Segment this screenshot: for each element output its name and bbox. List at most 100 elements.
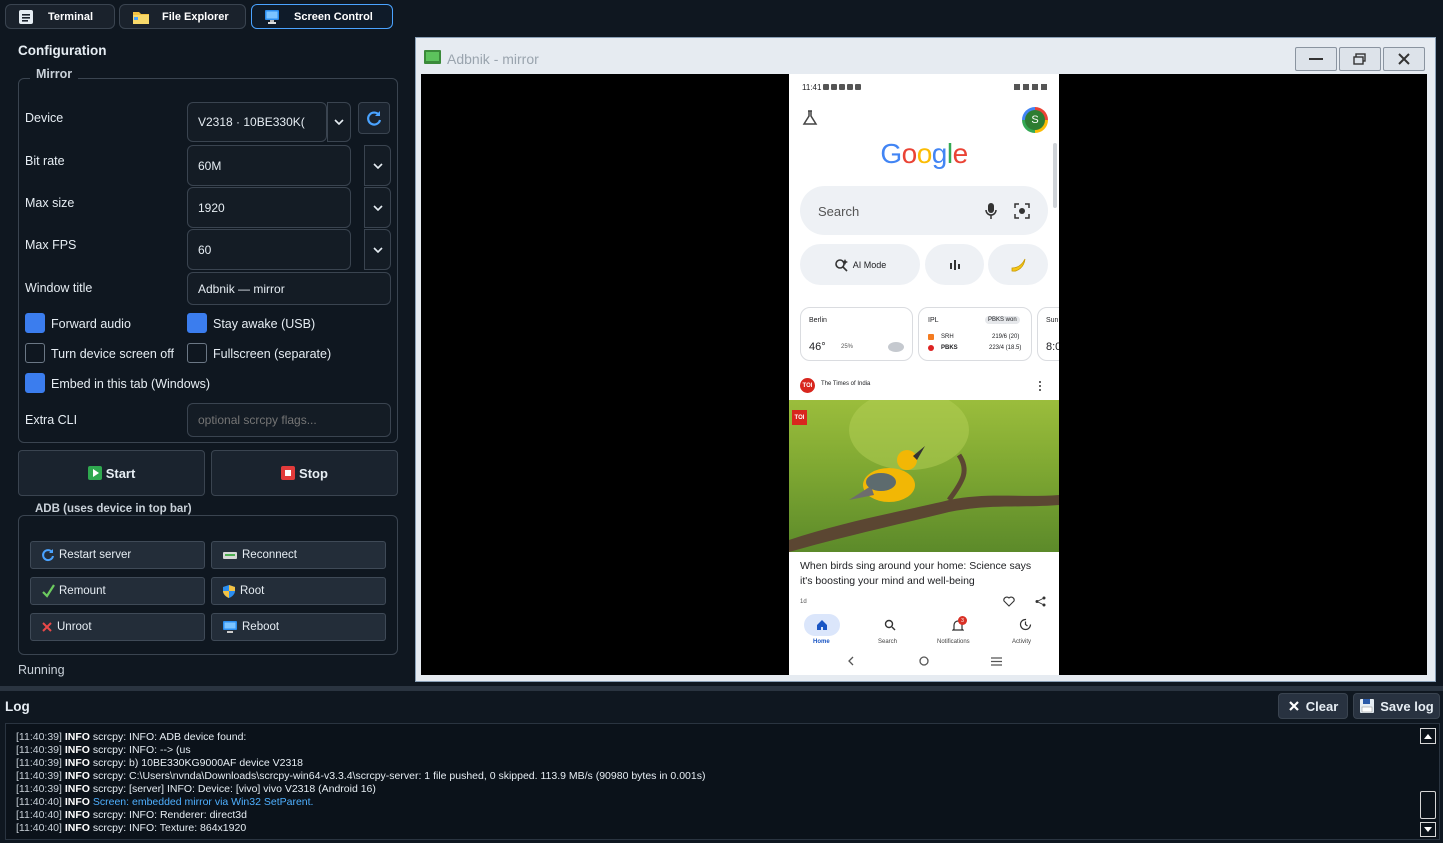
activity-icon[interactable]: [1019, 618, 1032, 631]
remount-label: Remount: [59, 585, 106, 597]
google-logo: Google: [880, 138, 968, 169]
third-card[interactable]: Sun 8:0: [1037, 307, 1059, 361]
microphone-icon[interactable]: [984, 202, 998, 220]
root-button[interactable]: Root: [211, 577, 386, 605]
clipped-log-line: [16, 723, 416, 724]
log-output[interactable]: [11:40:39] INFO scrcpy: INFO: ADB device…: [5, 723, 1440, 840]
tab-label: Terminal: [48, 10, 94, 23]
tab-label: File Explorer: [162, 10, 229, 23]
window-title-input[interactable]: Adbnik — mirror: [187, 272, 391, 305]
refresh-devices-button[interactable]: [358, 102, 390, 134]
remount-button[interactable]: Remount: [30, 577, 205, 605]
bitrate-input[interactable]: 60M: [187, 145, 351, 186]
forward-audio-checkbox[interactable]: [25, 313, 45, 333]
ai-mode-button[interactable]: AI Mode: [800, 244, 920, 285]
stay-awake-checkbox[interactable]: [187, 313, 207, 333]
bitrate-label: Bit rate: [25, 154, 65, 168]
weather-city: Berlin: [809, 317, 827, 324]
status-time: 11:41: [802, 83, 822, 92]
lens-icon[interactable]: [1014, 203, 1030, 219]
extra-cli-input[interactable]: [187, 403, 391, 437]
chevron-down-icon: [372, 204, 383, 211]
news-image[interactable]: TOI: [789, 400, 1059, 552]
music-search-button[interactable]: [925, 244, 984, 285]
scroll-down-button[interactable]: [1420, 822, 1436, 837]
heart-icon[interactable]: [1003, 596, 1015, 607]
log-line: [11:40:39] INFO scrcpy: [server] INFO: D…: [16, 783, 705, 796]
chevron-down-icon: [372, 162, 383, 169]
scroll-thumb[interactable]: [1420, 791, 1436, 819]
unroot-button[interactable]: Unroot: [30, 613, 205, 641]
clear-log-button[interactable]: Clear: [1278, 693, 1348, 719]
arrow-up-icon: [1424, 733, 1432, 739]
third-card-top: Sun: [1046, 317, 1059, 324]
log-lines: [11:40:39] INFO scrcpy: INFO: ADB device…: [16, 731, 705, 835]
maxfps-dropdown-button[interactable]: [364, 229, 391, 270]
embed-tab-label: Embed in this tab (Windows): [51, 377, 211, 391]
restart-server-button[interactable]: Restart server: [30, 541, 205, 569]
close-window-button[interactable]: [1383, 47, 1425, 71]
maxsize-input[interactable]: 1920: [187, 187, 351, 228]
maximize-button[interactable]: [1339, 47, 1381, 71]
maxsize-dropdown-button[interactable]: [364, 187, 391, 228]
phone-screen[interactable]: 11:41 S Google Search AI Mode Berlin 46°…: [789, 74, 1059, 675]
tab-file-explorer[interactable]: File Explorer: [119, 4, 246, 29]
tab-screen-control[interactable]: Screen Control: [251, 4, 393, 29]
log-line: [11:40:40] INFO Screen: embedded mirror …: [16, 796, 705, 809]
nav-home-label: Home: [813, 639, 830, 645]
home-icon: [817, 620, 827, 630]
device-select[interactable]: V2318 · 10BE330K(: [187, 102, 327, 142]
reboot-button[interactable]: Reboot: [211, 613, 386, 641]
log-message: scrcpy: INFO: Renderer: direct3d: [92, 809, 247, 821]
device-label: Device: [25, 111, 64, 125]
log-title: Log: [5, 699, 30, 714]
tab-terminal[interactable]: Terminal: [5, 4, 115, 29]
labs-icon[interactable]: [802, 110, 818, 129]
embed-tab-checkbox[interactable]: [25, 373, 45, 393]
recents-icon[interactable]: [991, 657, 1002, 666]
splitter[interactable]: [0, 686, 1443, 691]
share-icon[interactable]: [1035, 596, 1046, 607]
reconnect-button[interactable]: Reconnect: [211, 541, 386, 569]
avatar[interactable]: S: [1022, 107, 1048, 133]
mirror-window-title: Adbnik - mirror: [447, 51, 539, 67]
restart-server-label: Restart server: [59, 549, 132, 561]
log-message: scrcpy: INFO: ADB device found:: [92, 731, 247, 743]
unroot-label: Unroot: [57, 621, 92, 633]
log-level: INFO: [64, 770, 90, 782]
back-icon[interactable]: [847, 656, 855, 666]
stop-button[interactable]: Stop: [211, 450, 398, 496]
home-circle-icon[interactable]: [919, 656, 929, 666]
news-headline[interactable]: When birds sing around your home: Scienc…: [800, 559, 1040, 589]
google-search-bar[interactable]: Search: [800, 186, 1048, 235]
log-message: scrcpy: INFO: Texture: 864x1920: [92, 822, 247, 834]
more-vert-icon[interactable]: [1038, 380, 1042, 392]
weather-card[interactable]: Berlin 46° 25%: [800, 307, 913, 361]
news-source: The Times of India: [821, 381, 871, 387]
refresh-icon: [367, 111, 382, 126]
turn-screen-off-checkbox[interactable]: [25, 343, 45, 363]
phone-scrollbar: [1053, 143, 1057, 208]
save-log-button[interactable]: Save log: [1353, 693, 1440, 719]
log-line: [11:40:40] INFO scrcpy: INFO: Texture: 8…: [16, 822, 705, 835]
stop-label: Stop: [299, 465, 328, 481]
bitrate-dropdown-button[interactable]: [364, 145, 391, 186]
search-placeholder: Search: [818, 204, 860, 219]
ipl-card[interactable]: IPL PBKS won SRH 219/6 (20) PBKS 223/4 (…: [918, 307, 1032, 361]
scroll-up-button[interactable]: [1420, 728, 1436, 744]
device-dropdown-button[interactable]: [327, 102, 351, 142]
fullscreen-label: Fullscreen (separate): [213, 347, 332, 361]
android-icon: [424, 50, 441, 67]
close-icon: [1288, 701, 1299, 711]
ai-search-icon: [834, 258, 848, 272]
maxfps-input[interactable]: 60: [187, 229, 351, 270]
start-button[interactable]: Start: [18, 450, 205, 496]
log-message: scrcpy: C:\Users\nvnda\Downloads\scrcpy-…: [92, 770, 706, 782]
nano-banana-button[interactable]: [988, 244, 1048, 285]
nav-home-button[interactable]: [804, 614, 840, 636]
search-icon[interactable]: [884, 619, 896, 631]
minimize-button[interactable]: [1295, 47, 1337, 71]
srh-logo: [928, 334, 934, 340]
fullscreen-checkbox[interactable]: [187, 343, 207, 363]
maxsize-label: Max size: [25, 196, 75, 210]
